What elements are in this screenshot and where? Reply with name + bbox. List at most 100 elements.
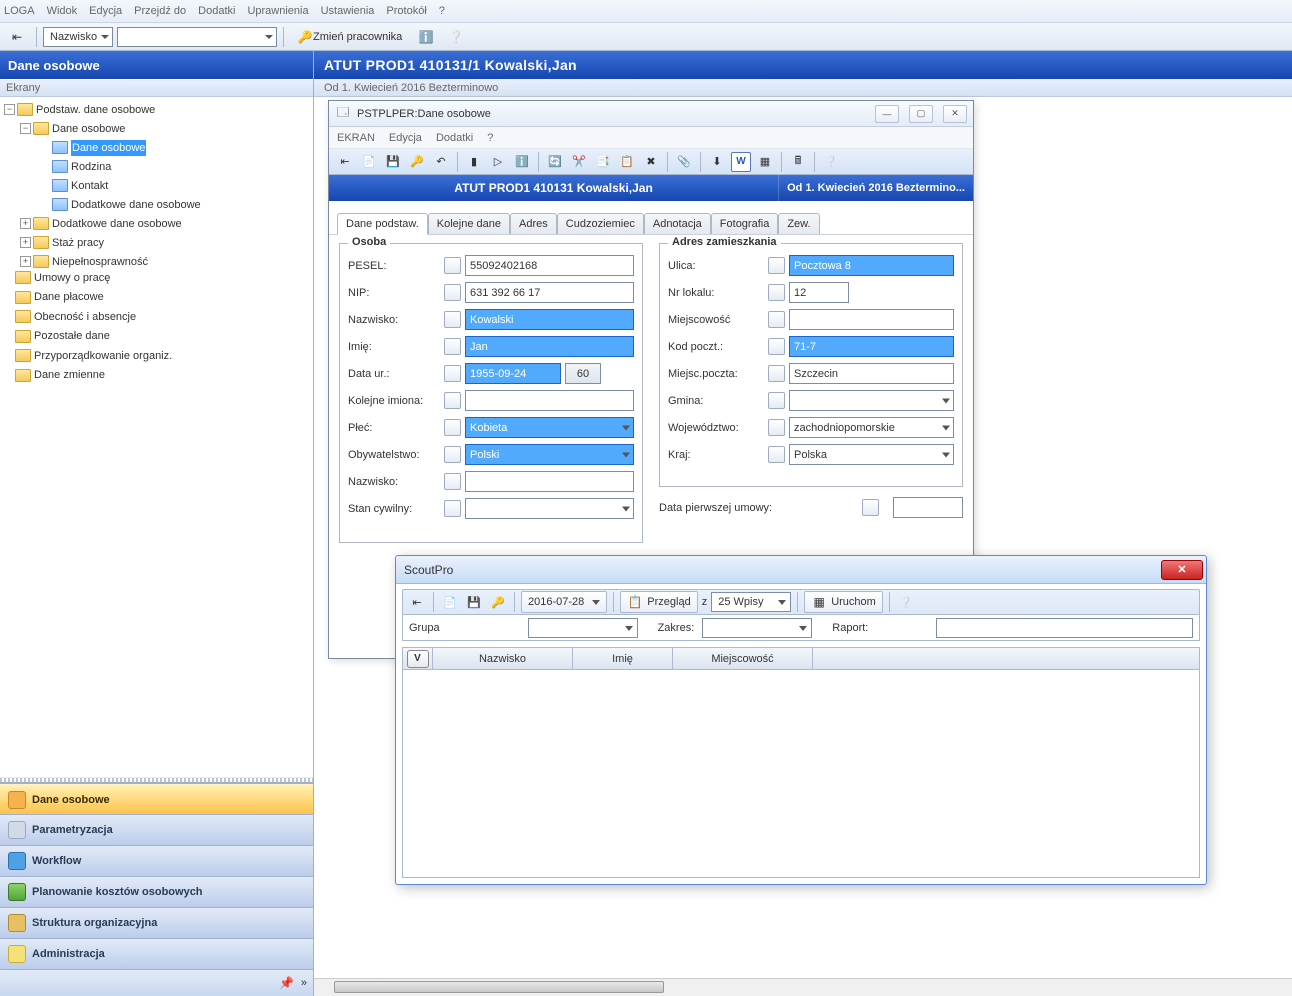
tree-item[interactable]: Podstaw. dane osobowe [36,102,155,118]
exit-icon[interactable]: ⇤ [4,26,30,48]
tree-item[interactable]: Rodzina [71,159,111,175]
nazwisko2-input[interactable] [465,471,634,492]
tab-fotografia[interactable]: Fotografia [711,213,779,234]
help-icon[interactable]: ❔ [896,592,916,612]
tree-item[interactable]: Obecność i absencje [34,309,136,325]
tree-item[interactable]: Pozostałe dane [34,328,110,344]
new-icon[interactable]: 📄 [359,152,379,172]
info-icon[interactable]: ℹ️ [512,152,532,172]
tree-item[interactable]: Dane płacowe [34,289,104,305]
lookup-button[interactable] [768,419,785,436]
tab-dane-podstaw[interactable]: Dane podstaw. [337,213,428,235]
pesel-input[interactable]: 55092402168 [465,255,634,276]
nav-administracja[interactable]: Administracja [0,939,313,970]
entries-select[interactable]: 25 Wpisy [711,592,791,612]
close-button[interactable]: ✕ [943,105,967,123]
kraj-select[interactable]: Polska [789,444,954,465]
export-icon[interactable]: ⬇ [707,152,727,172]
close-button[interactable]: ✕ [1161,560,1203,580]
nav-workflow[interactable]: Workflow [0,846,313,877]
main-menu[interactable]: LOGA Widok Edycja Przejdź do Dodatki Upr… [0,0,1292,23]
tree-item[interactable]: Umowy o pracę [34,270,110,286]
lookup-button[interactable] [444,473,461,490]
run-button[interactable]: ▦ Uruchom [804,591,883,613]
horizontal-scrollbar[interactable] [314,978,1292,996]
tree-item[interactable]: Kontakt [71,178,108,194]
tab-adnotacja[interactable]: Adnotacja [644,213,711,234]
ulica-input[interactable]: Pocztowa 8 [789,255,954,276]
tab-adres[interactable]: Adres [510,213,557,234]
expander-expand-icon[interactable]: + [20,256,31,267]
expander-expand-icon[interactable]: + [20,237,31,248]
gmina-select[interactable] [789,390,954,411]
tree-item[interactable]: Przyporządkowanie organiz. [34,348,172,364]
menu-loga[interactable]: LOGA [4,5,35,17]
tree[interactable]: − Podstaw. dane osobowe − Dane osobowe D… [0,97,313,777]
expander-expand-icon[interactable]: + [20,218,31,229]
titlebar[interactable]: 🗔 PSTPLPER:Dane osobowe — ▢ ✕ [329,101,973,127]
chevron-right-icon[interactable]: » [301,977,307,989]
lookup-button[interactable] [444,284,461,301]
raport-input[interactable] [936,618,1193,638]
menu-dodatki[interactable]: Dodatki [198,5,235,17]
stan-select[interactable] [465,498,634,519]
menu-ekran[interactable]: EKRAN [337,132,375,144]
copy-icon[interactable]: 📑 [593,152,613,172]
scrollbar-thumb[interactable] [334,981,664,993]
refresh-icon[interactable]: 🔄 [545,152,565,172]
lookup-button[interactable] [768,311,785,328]
tree-item[interactable]: Dane osobowe [52,121,125,137]
lookup-button[interactable] [768,257,785,274]
plec-select[interactable]: Kobieta [465,417,634,438]
excel-icon[interactable]: ▦ [755,152,775,172]
nav-struktura[interactable]: Struktura organizacyjna [0,908,313,939]
pin-icon[interactable]: 📌 [279,975,295,991]
menu-help[interactable]: ? [439,5,445,17]
save-icon[interactable]: 💾 [464,592,484,612]
tree-item[interactable]: Dane zmienne [34,367,105,383]
lookup-button[interactable] [444,392,461,409]
menu-widok[interactable]: Widok [47,5,78,17]
menu-protokol[interactable]: Protokół [386,5,426,17]
lookup-button[interactable] [768,365,785,382]
key-icon[interactable]: 🔑 [488,592,508,612]
key-icon[interactable]: 🔑 [407,152,427,172]
menu-help[interactable]: ? [487,132,493,144]
flag-icon[interactable]: ▷ [488,152,508,172]
tree-item[interactable]: Dodatkowe dane osobowe [71,197,201,213]
maximize-button[interactable]: ▢ [909,105,933,123]
info-icon[interactable]: ℹ️ [413,26,439,48]
lookup-button[interactable] [444,500,461,517]
lookup-button[interactable] [768,446,785,463]
first-contract-input[interactable] [893,497,963,518]
word-icon[interactable]: W [731,152,751,172]
lookup-button[interactable] [444,257,461,274]
col-imie[interactable]: Imię [573,648,673,669]
delete-icon[interactable]: ✖ [641,152,661,172]
paste-icon[interactable]: 📋 [617,152,637,172]
menu-przejdz[interactable]: Przejdź do [134,5,186,17]
titlebar[interactable]: ScoutPro ✕ [396,556,1206,584]
tab-zew[interactable]: Zew. [778,213,819,234]
tree-item[interactable]: Dodatkowe dane osobowe [52,216,182,232]
kolejne-imiona-input[interactable] [465,390,634,411]
window-menu[interactable]: EKRAN Edycja Dodatki ? [329,127,973,149]
menu-edycja[interactable]: Edycja [89,5,122,17]
expander-collapse-icon[interactable]: − [20,123,31,134]
back-icon[interactable]: ⇤ [335,152,355,172]
menu-edycja[interactable]: Edycja [389,132,422,144]
lookup-button[interactable] [444,419,461,436]
tree-item[interactable]: Staż pracy [52,235,104,251]
obywatelstwo-select[interactable]: Polski [465,444,634,465]
name-filter-combo[interactable]: Nazwisko [43,27,113,47]
help-icon[interactable]: ❔ [821,152,841,172]
nrlokalu-input[interactable]: 12 [789,282,849,303]
nav-dane-osobowe[interactable]: Dane osobowe [0,784,313,815]
lookup-button[interactable] [444,365,461,382]
col-miejscowosc[interactable]: Miejscowość [673,648,813,669]
menu-upraw[interactable]: Uprawnienia [247,5,308,17]
change-employee-button[interactable]: 🔑 Zmień pracownika [290,26,409,48]
lookup-button[interactable] [444,311,461,328]
window-scoutpro[interactable]: ScoutPro ✕ ⇤ 📄 💾 🔑 2016-07-28 📋 Przegląd… [395,555,1207,885]
name-filter-input[interactable] [117,27,277,47]
